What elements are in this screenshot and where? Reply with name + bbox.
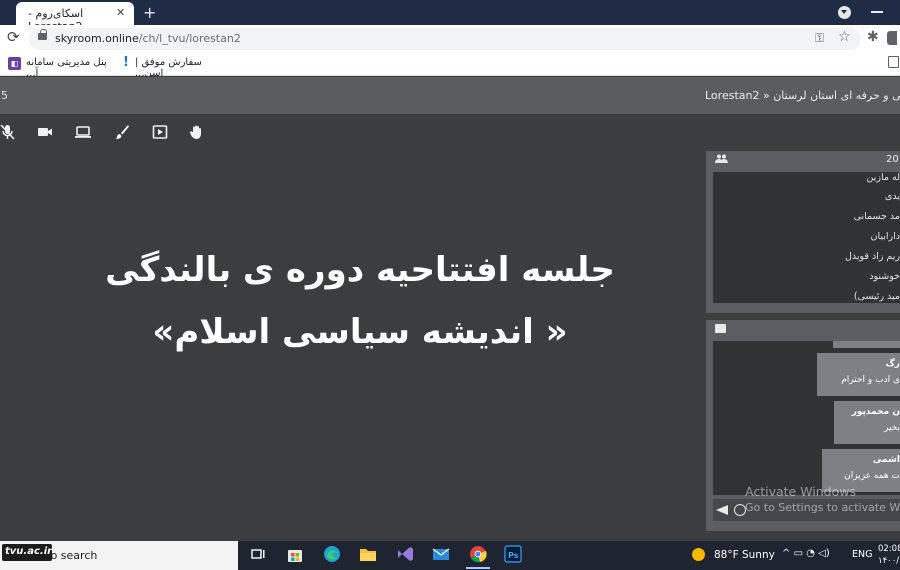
new-tab-button[interactable]: + [143, 3, 156, 22]
chat-messages: رگ ی ادب و احترام ن محمدپور بخیر اشمی ت … [713, 341, 900, 495]
weather-text[interactable]: 88°F Sunny [714, 549, 775, 561]
extensions-icon[interactable]: ✱ [867, 29, 879, 45]
wifi-icon[interactable]: ◔ [806, 548, 815, 559]
mic-off-icon[interactable] [0, 124, 16, 140]
chat-icon [715, 324, 726, 333]
user-item[interactable]: دارابیان [713, 231, 900, 242]
svg-text:Ps: Ps [508, 551, 519, 560]
user-item[interactable]: له مازین [713, 172, 900, 183]
system-tray[interactable]: ^ ▭ ◔ ◁) [782, 548, 830, 559]
room-title: Lorestan2 » اه فنی و حرفه ای استان لرستا… [705, 89, 900, 102]
active-app-indicator [466, 567, 490, 569]
task-view-icon[interactable] [249, 545, 267, 563]
tvu-logo: tvu.ac.ir [2, 544, 52, 561]
url-text[interactable]: skyroom.online/ch/l_tvu/lorestan2 [55, 32, 241, 45]
url-domain: skyroom.online [55, 32, 139, 45]
reload-icon[interactable]: ⟳ [7, 28, 20, 46]
tab-strip [0, 0, 900, 25]
weather-sun-icon[interactable] [692, 548, 705, 561]
key-icon[interactable]: ⚿ [815, 31, 824, 46]
network-icon[interactable]: ▭ [794, 548, 803, 559]
users-list[interactable]: له مازین یدی مد جسمانی دارابیان ریم زاد … [713, 172, 900, 303]
camera-icon[interactable] [37, 124, 53, 140]
chat-message: ن محمدپور بخیر [834, 401, 900, 444]
photoshop-icon[interactable]: Ps [504, 545, 522, 563]
skyroom-app-icon: ◧ [8, 57, 21, 70]
bookmark-star-icon[interactable]: ☆ [838, 29, 851, 45]
activate-windows-watermark: Activate Windows [745, 484, 856, 499]
edge-icon[interactable] [323, 545, 341, 563]
user-item[interactable]: خوشنود [713, 271, 900, 282]
user-item[interactable]: ریم زاد قویدل [713, 251, 900, 262]
chat-message: رگ ی ادب و احترام [817, 353, 900, 396]
activate-windows-hint: Go to Settings to activate Windows. [745, 501, 900, 514]
tab-search-icon[interactable] [838, 6, 851, 19]
users-icon [715, 154, 728, 163]
clock-date: ۱۴۰۰/۰ [878, 556, 900, 566]
stage-title: جلسه افتتاحیه دوره ی بالندگی [105, 250, 615, 290]
profile-icon[interactable] [887, 31, 897, 45]
visual-studio-icon[interactable] [396, 545, 414, 563]
chat-sender: اشمی [872, 455, 900, 465]
bookmark-item[interactable]: سفارش موفق | اسن... [135, 57, 221, 79]
url-path: /ch/l_tvu/lorestan2 [138, 32, 241, 45]
users-count: 20 [886, 154, 899, 165]
chat-sender: رگ [885, 359, 900, 369]
lock-icon[interactable] [38, 29, 47, 40]
chat-bubble-partial [833, 341, 900, 348]
mail-icon[interactable] [432, 545, 450, 563]
chevron-up-icon[interactable]: ^ [782, 548, 790, 559]
minimize-icon[interactable] [871, 11, 883, 13]
reading-list-icon[interactable] [888, 56, 899, 68]
exclamation-icon: ! [123, 55, 129, 70]
chat-text: ت همه عزیزان [844, 471, 900, 481]
play-media-icon[interactable] [152, 124, 168, 140]
screen-share-icon[interactable] [75, 124, 91, 140]
clock[interactable]: 02:08 ۱۴۰۰/۰ [878, 543, 900, 567]
chat-sender: ن محمدپور [851, 407, 900, 417]
chat-text: ی ادب و احترام [841, 375, 900, 385]
user-item[interactable]: مد جسمانی [713, 211, 900, 222]
raise-hand-icon[interactable] [189, 124, 205, 140]
language-indicator[interactable]: ENG [852, 549, 872, 560]
store-icon[interactable] [286, 545, 304, 563]
stage-subtitle: « اندیشه سیاسی اسلام» [152, 312, 568, 352]
bookmark-item[interactable]: پنل مدیریتی سامانه آ... [26, 57, 112, 79]
volume-icon[interactable]: ◁) [818, 548, 830, 559]
user-item[interactable]: یدی [713, 191, 900, 202]
tab-close-icon[interactable]: ✕ [116, 6, 125, 19]
file-explorer-icon[interactable] [359, 545, 377, 563]
send-icon[interactable] [716, 505, 728, 515]
clock-time: 02:08 [878, 544, 900, 554]
chat-text: بخیر [884, 423, 900, 433]
header-counter: 5 [1, 89, 8, 102]
brush-icon[interactable] [114, 124, 130, 140]
chrome-icon[interactable] [469, 545, 487, 563]
user-item[interactable]: مید رئیسی) [713, 291, 900, 302]
